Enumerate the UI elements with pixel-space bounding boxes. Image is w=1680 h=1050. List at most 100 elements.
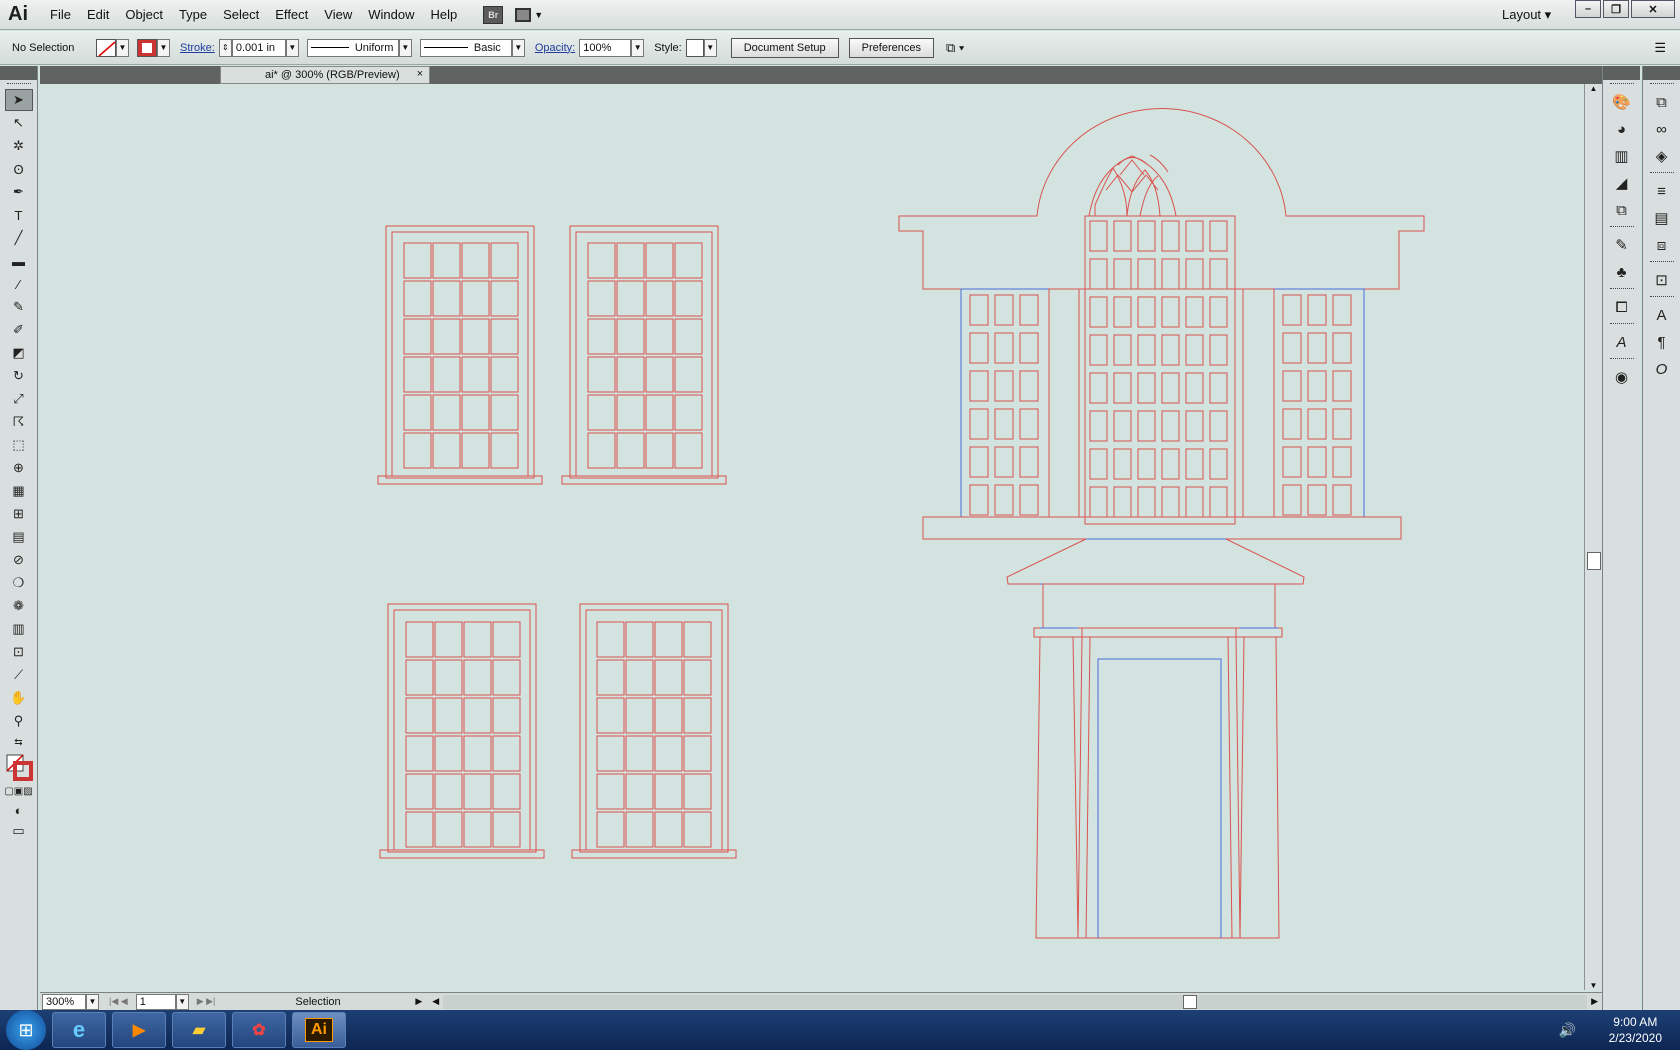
facade-drawing[interactable]: [898, 108, 1425, 939]
transparency-panel-icon[interactable]: ⧉: [1607, 197, 1637, 223]
start-button-icon[interactable]: ⊞: [6, 1010, 46, 1050]
slice-tool-icon[interactable]: ⟋: [5, 664, 33, 686]
character-styles-panel-icon[interactable]: A: [1607, 329, 1637, 355]
graph-tool-icon[interactable]: ▥: [5, 618, 33, 640]
brush-dropdown[interactable]: ▼: [511, 38, 525, 57]
status-menu-arrow-icon[interactable]: ▶: [415, 996, 422, 1007]
panel-grip[interactable]: [1609, 226, 1634, 229]
system-clock[interactable]: 9:00 AM 2/23/2020: [1609, 1014, 1662, 1046]
brush-definition[interactable]: Basic: [419, 38, 512, 57]
tools-panel-header[interactable]: [0, 66, 37, 80]
panel-grip[interactable]: [1649, 261, 1674, 264]
perspective-grid-tool-icon[interactable]: ▦: [5, 480, 33, 502]
menu-view[interactable]: View: [316, 7, 360, 22]
graphic-styles-panel-icon[interactable]: ⧠: [1607, 294, 1637, 320]
dock-header[interactable]: [1603, 66, 1640, 80]
swap-fill-stroke-icon[interactable]: ⇆: [5, 733, 33, 751]
style-dropdown[interactable]: ▼: [703, 38, 717, 57]
artboard-dropdown[interactable]: ▼: [175, 993, 189, 1010]
graphic-style-swatch[interactable]: [685, 38, 704, 57]
scroll-up-icon[interactable]: ▲: [1585, 84, 1602, 93]
stroke-panel-icon[interactable]: ≡: [1647, 178, 1677, 204]
workspace-switcher[interactable]: Layout ▾: [1502, 7, 1551, 23]
menu-help[interactable]: Help: [422, 7, 465, 22]
character-panel-icon[interactable]: A: [1647, 302, 1677, 328]
window-drawing-bottom-left[interactable]: [379, 603, 545, 859]
gradient-panel-icon[interactable]: ◢: [1607, 170, 1637, 196]
horizontal-scrollbar[interactable]: [443, 994, 1588, 1009]
blend-tool-icon[interactable]: ❍: [5, 572, 33, 594]
menu-object[interactable]: Object: [117, 7, 171, 22]
panel-grip[interactable]: [1649, 83, 1674, 86]
profile-dropdown[interactable]: ▼: [398, 38, 412, 57]
direct-selection-tool-icon[interactable]: ↖: [5, 112, 33, 134]
document-tab[interactable]: ai* @ 300% (RGB/Preview) ×: [220, 66, 430, 84]
menu-window[interactable]: Window: [360, 7, 422, 22]
lasso-tool-icon[interactable]: ʘ: [5, 158, 33, 180]
restore-button[interactable]: ❐: [1603, 0, 1629, 18]
zoom-field[interactable]: 300%: [42, 993, 86, 1010]
panel-grip[interactable]: [6, 83, 31, 86]
free-transform-tool-icon[interactable]: ⬚: [5, 434, 33, 456]
fill-swatch[interactable]: [96, 38, 116, 57]
panel-menu-icon[interactable]: ☰: [1654, 40, 1666, 56]
window-drawing-bottom-right[interactable]: [571, 603, 737, 859]
shape-builder-tool-icon[interactable]: ⊕: [5, 457, 33, 479]
panel-grip[interactable]: [1649, 172, 1674, 175]
type-tool-icon[interactable]: T: [5, 204, 33, 226]
isolate-icon[interactable]: ⧉ ▾: [946, 40, 964, 56]
menu-edit[interactable]: Edit: [79, 7, 117, 22]
panel-grip[interactable]: [1609, 358, 1634, 361]
vertical-scrollbar[interactable]: ▲ ▼: [1584, 84, 1602, 990]
opentype-panel-icon[interactable]: O: [1647, 356, 1677, 382]
first-artboard-icon[interactable]: |◀ ◀: [109, 996, 128, 1007]
menu-effect[interactable]: Effect: [267, 7, 316, 22]
selection-tool-icon[interactable]: ➤: [4, 89, 33, 111]
appearance-panel-icon[interactable]: ◉: [1607, 364, 1637, 390]
panel-grip[interactable]: [1649, 296, 1674, 299]
minimize-button[interactable]: –: [1575, 0, 1601, 18]
pen-tool-icon[interactable]: ✒: [5, 181, 33, 203]
warp-tool-icon[interactable]: ☈: [5, 411, 33, 433]
illustrator-taskbar-button[interactable]: Ai: [292, 1012, 346, 1048]
fill-stroke-indicator[interactable]: [5, 752, 33, 782]
line-tool-icon[interactable]: ╱: [5, 227, 33, 249]
mesh-tool-icon[interactable]: ⊞: [5, 503, 33, 525]
menu-type[interactable]: Type: [171, 7, 215, 22]
stroke-weight-dropdown[interactable]: ▼: [285, 38, 299, 57]
stroke-weight-field[interactable]: 0.001 in: [231, 38, 286, 57]
drawing-mode-icon[interactable]: ◐: [5, 800, 33, 820]
bridge-button[interactable]: Br: [483, 5, 504, 24]
pencil-tool-icon[interactable]: ✎: [5, 296, 33, 318]
stroke-spinner[interactable]: ⇕: [218, 38, 232, 57]
opacity-label[interactable]: Opacity:: [535, 42, 575, 54]
picasa-icon[interactable]: ✿: [232, 1012, 286, 1048]
zoom-tool-icon[interactable]: ⚲: [5, 710, 33, 732]
opacity-field[interactable]: 100%: [579, 38, 632, 57]
layers-panel-icon[interactable]: ◈: [1647, 143, 1677, 169]
document-setup-button[interactable]: Document Setup: [730, 37, 839, 58]
rotate-tool-icon[interactable]: ↻: [5, 365, 33, 387]
pathfinder-panel-icon[interactable]: ⧉: [1647, 89, 1677, 115]
stroke-swatch[interactable]: [137, 38, 157, 57]
brushes-panel-icon[interactable]: ✎: [1607, 232, 1637, 258]
artboard-tool-icon[interactable]: ⊡: [5, 641, 33, 663]
paintbrush-tool-icon[interactable]: ⁄: [5, 273, 33, 295]
window-drawing-top-left[interactable]: [377, 225, 543, 485]
scroll-down-icon[interactable]: ▼: [1585, 981, 1602, 990]
symbol-sprayer-tool-icon[interactable]: ❁: [5, 595, 33, 617]
arrange-documents-button[interactable]: ▼: [515, 6, 543, 24]
menu-select[interactable]: Select: [215, 7, 267, 22]
stroke-label[interactable]: Stroke:: [180, 42, 215, 54]
horizontal-scroll-thumb[interactable]: [1183, 994, 1198, 1009]
swatches-panel-icon[interactable]: ▥: [1607, 143, 1637, 169]
color-panel-icon[interactable]: 🎨: [1607, 89, 1637, 115]
magic-wand-tool-icon[interactable]: ✲: [5, 135, 33, 157]
symbols-panel-icon[interactable]: ♣: [1607, 259, 1637, 285]
blob-brush-tool-icon[interactable]: ✐: [5, 319, 33, 341]
variable-width-profile[interactable]: Uniform: [306, 38, 399, 57]
preferences-button[interactable]: Preferences: [848, 37, 934, 58]
align-panel-icon[interactable]: ▤: [1647, 205, 1677, 231]
scale-tool-icon[interactable]: ⤢: [5, 388, 33, 410]
last-artboard-icon[interactable]: ▶ ▶|: [197, 996, 216, 1007]
